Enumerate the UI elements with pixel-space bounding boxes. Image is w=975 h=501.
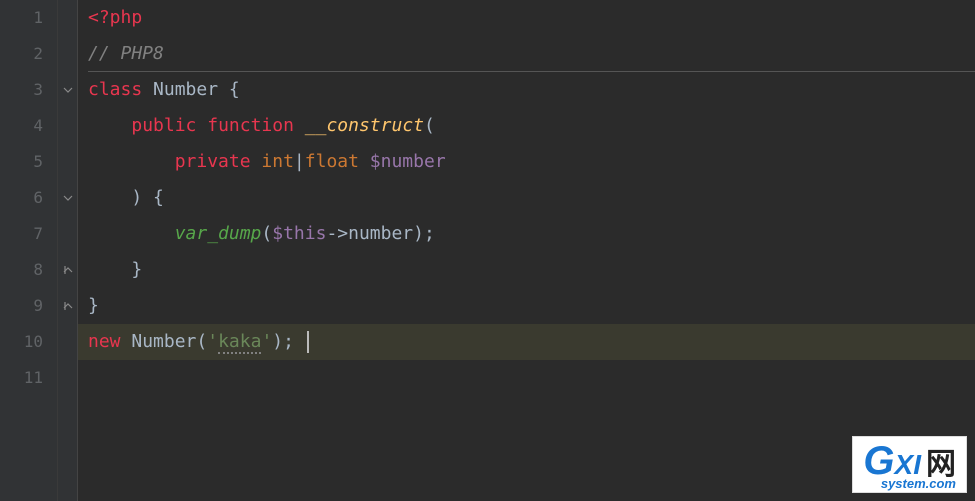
- paren: ): [131, 187, 142, 208]
- keyword-private: private: [175, 151, 251, 172]
- brace: {: [218, 79, 240, 100]
- fold-open-icon: [62, 192, 74, 204]
- paren: (: [261, 223, 272, 244]
- variable: $number: [370, 151, 446, 172]
- string-quote: ': [207, 331, 218, 352]
- code-line[interactable]: }: [78, 252, 975, 288]
- code-line[interactable]: <?php: [78, 0, 975, 36]
- line-number: 9: [0, 288, 57, 324]
- code-line[interactable]: // PHP8: [78, 36, 975, 72]
- brace: {: [142, 187, 164, 208]
- magic-method: __construct: [305, 115, 424, 136]
- type-float: float: [305, 151, 359, 172]
- line-number: 6: [0, 180, 57, 216]
- function-call: var_dump: [175, 223, 262, 244]
- php-open-tag: <?php: [88, 7, 142, 28]
- code-line[interactable]: class Number {: [78, 72, 975, 108]
- keyword-class: class: [88, 79, 142, 100]
- line-number-gutter: 1 2 3 4 5 6 7 8 9 10 11: [0, 0, 58, 501]
- text-cursor: [307, 331, 309, 353]
- code-editor[interactable]: 1 2 3 4 5 6 7 8 9 10 11 <?php // PH: [0, 0, 975, 501]
- variable-this: $this: [272, 223, 326, 244]
- paren: (: [196, 331, 207, 352]
- string-literal-warning: kaka: [218, 331, 261, 354]
- code-line[interactable]: [78, 360, 975, 396]
- property: number: [348, 223, 413, 244]
- line-number: 11: [0, 360, 57, 396]
- fold-close-icon: [62, 300, 74, 312]
- keyword-function: function: [207, 115, 294, 136]
- line-number: 8: [0, 252, 57, 288]
- paren: (: [424, 115, 435, 136]
- class-name: Number: [153, 79, 218, 100]
- code-line-active[interactable]: new Number('kaka');: [78, 324, 975, 360]
- union-pipe: |: [294, 151, 305, 172]
- fold-toggle[interactable]: [58, 252, 77, 288]
- class-ref: Number: [131, 331, 196, 352]
- line-number: 2: [0, 36, 57, 72]
- line-number: 3: [0, 72, 57, 108]
- line-number: 1: [0, 0, 57, 36]
- code-line[interactable]: private int|float $number: [78, 144, 975, 180]
- arrow-op: ->: [326, 223, 348, 244]
- fold-toggle[interactable]: [58, 288, 77, 324]
- code-line[interactable]: var_dump($this->number);: [78, 216, 975, 252]
- fold-close-icon: [62, 264, 74, 276]
- comment: // PHP8: [88, 43, 164, 64]
- line-number: 5: [0, 144, 57, 180]
- line-number: 4: [0, 108, 57, 144]
- string-quote: ': [261, 331, 272, 352]
- code-line[interactable]: }: [78, 288, 975, 324]
- brace: }: [131, 259, 142, 280]
- fold-toggle[interactable]: [58, 72, 77, 108]
- fold-toggle[interactable]: [58, 180, 77, 216]
- paren-semi: );: [413, 223, 435, 244]
- fold-open-icon: [62, 84, 74, 96]
- keyword-new: new: [88, 331, 121, 352]
- fold-gutter: [58, 0, 78, 501]
- code-content[interactable]: <?php // PHP8 class Number { public func…: [78, 0, 975, 501]
- line-number: 7: [0, 216, 57, 252]
- watermark-logo: GXI 网 system.com: [852, 436, 967, 493]
- code-line[interactable]: public function __construct(: [78, 108, 975, 144]
- type-int: int: [261, 151, 294, 172]
- code-line[interactable]: ) {: [78, 180, 975, 216]
- paren-semi: );: [272, 331, 294, 352]
- keyword-public: public: [131, 115, 196, 136]
- line-number: 10: [0, 324, 57, 360]
- brace: }: [88, 295, 99, 316]
